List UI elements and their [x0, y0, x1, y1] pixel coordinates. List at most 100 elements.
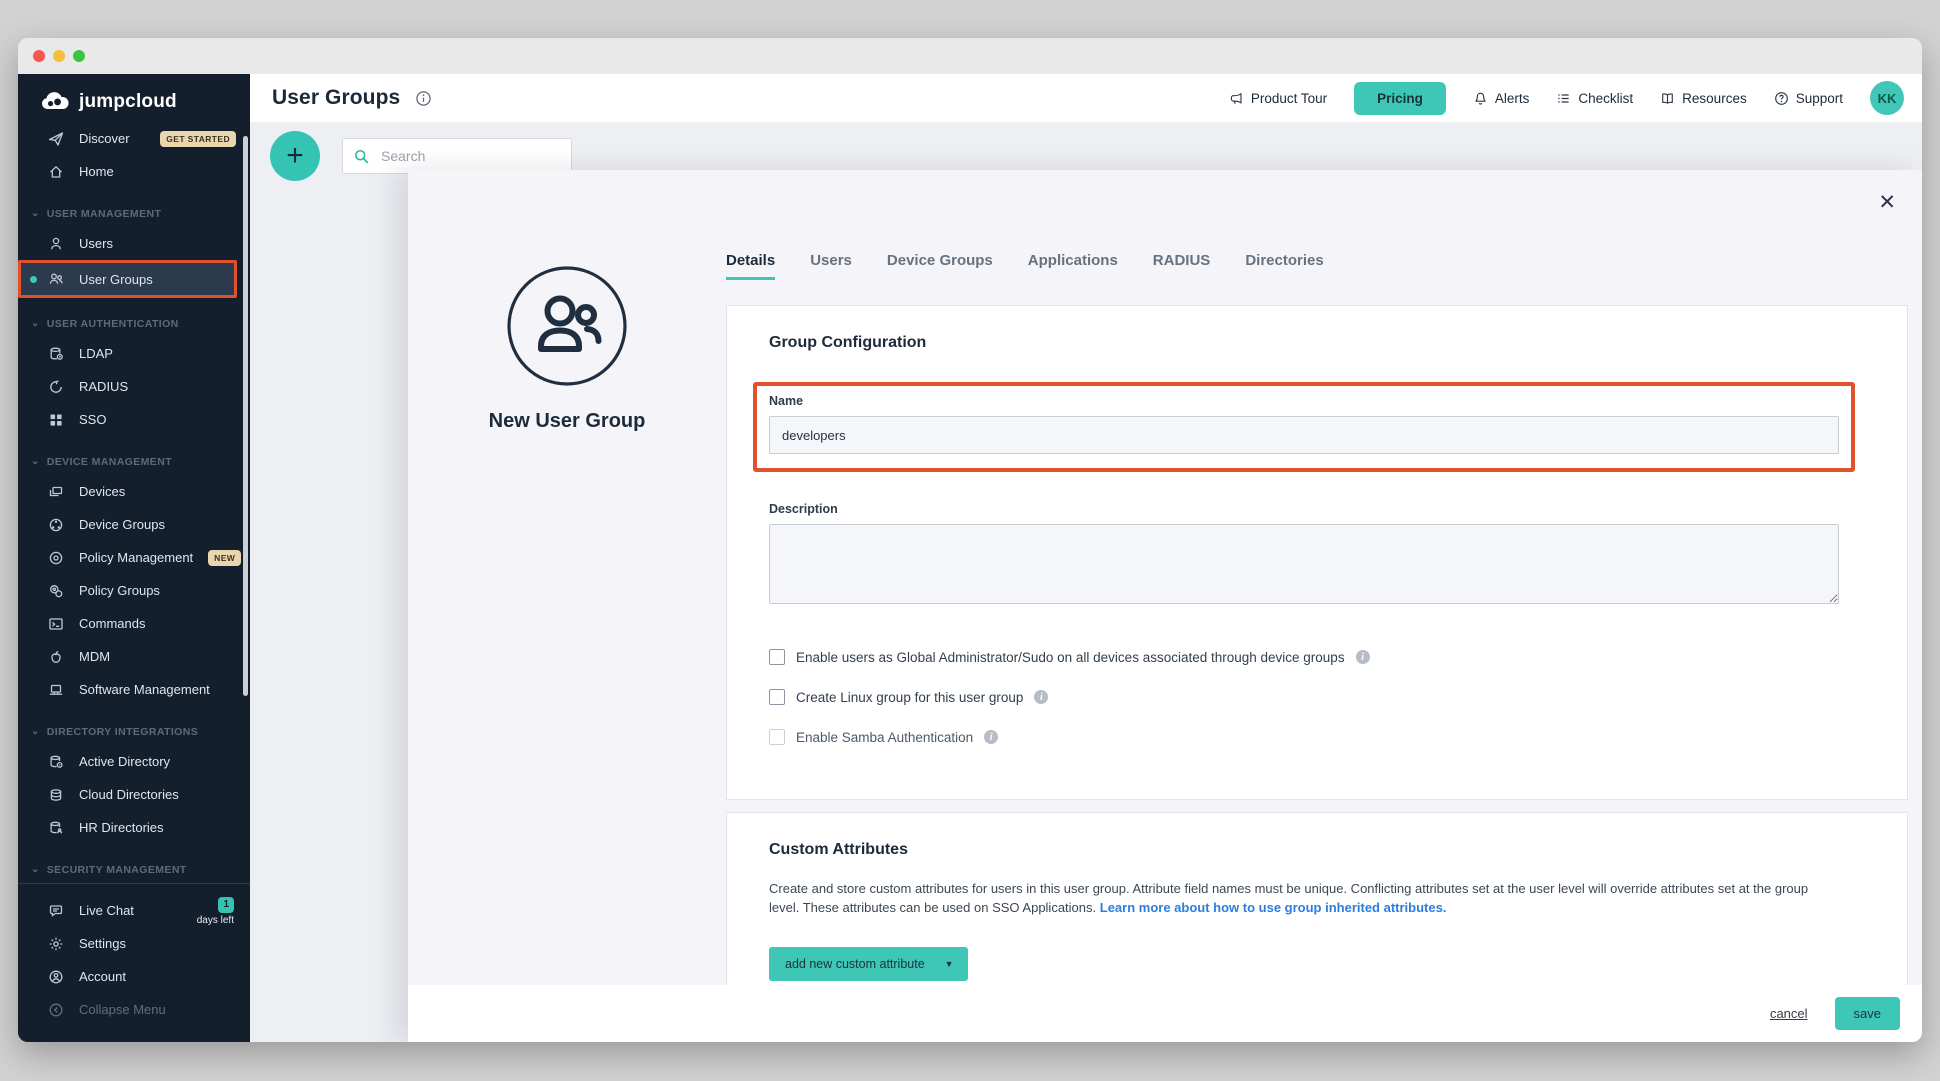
commands-icon — [48, 616, 64, 632]
entity-summary: New User Group — [408, 170, 726, 433]
new-user-group-panel: ✕ New User Group Details Users Device Gr… — [408, 170, 1922, 1042]
sidebar-item-policy-management[interactable]: Policy Management NEW — [18, 541, 250, 574]
sidebar: jumpcloud Discover GET STARTED Home ⌄ US… — [18, 74, 250, 1042]
user-group-avatar-icon — [503, 262, 631, 390]
info-icon[interactable]: i — [1034, 690, 1048, 704]
jumpcloud-logo[interactable]: jumpcloud — [18, 74, 250, 122]
sidebar-item-discover[interactable]: Discover GET STARTED — [18, 122, 250, 155]
sso-icon — [48, 412, 64, 428]
tab-applications[interactable]: Applications — [1028, 252, 1118, 269]
radius-icon — [48, 379, 64, 395]
support-button[interactable]: Support — [1774, 91, 1843, 106]
sidebar-item-software-management[interactable]: Software Management — [18, 673, 250, 706]
sidebar-item-ldap[interactable]: LDAP — [18, 337, 250, 370]
discover-icon — [48, 131, 64, 147]
sidebar-item-device-groups[interactable]: Device Groups — [18, 508, 250, 541]
search-input[interactable] — [379, 147, 543, 165]
description-label: Description — [769, 502, 1839, 516]
tab-radius[interactable]: RADIUS — [1153, 252, 1211, 269]
sidebar-item-live-chat[interactable]: Live Chat 1 days left — [18, 894, 250, 927]
section-device-management[interactable]: ⌄ DEVICE MANAGEMENT — [18, 449, 250, 475]
sidebar-item-user-groups[interactable]: User Groups — [18, 260, 237, 298]
section-security-management[interactable]: ⌄ SECURITY MANAGEMENT — [18, 857, 250, 883]
inherited-attributes-link[interactable]: Learn more about how to use group inheri… — [1100, 900, 1447, 915]
sidebar-item-collapse-menu[interactable]: Collapse Menu — [18, 993, 250, 1026]
resources-button[interactable]: Resources — [1660, 91, 1747, 106]
add-custom-attribute-button[interactable]: add new custom attribute ▼ — [769, 947, 968, 981]
name-label: Name — [769, 394, 1839, 408]
software-management-icon — [48, 682, 64, 698]
alerts-button[interactable]: Alerts — [1473, 91, 1530, 106]
checklist-icon — [1556, 91, 1571, 106]
book-icon — [1660, 91, 1675, 106]
sidebar-item-home[interactable]: Home — [18, 155, 250, 188]
info-icon[interactable] — [415, 90, 432, 107]
section-directory-integrations[interactable]: ⌄ DIRECTORY INTEGRATIONS — [18, 719, 250, 745]
policy-management-icon — [48, 550, 64, 566]
question-circle-icon — [1774, 91, 1789, 106]
add-user-group-button[interactable]: + — [270, 131, 320, 181]
user-icon — [48, 236, 64, 252]
sidebar-item-account[interactable]: Account — [18, 960, 250, 993]
tab-users[interactable]: Users — [810, 252, 852, 269]
close-window-button[interactable] — [33, 50, 45, 62]
policy-groups-icon — [48, 583, 64, 599]
account-icon — [48, 969, 64, 985]
section-user-authentication[interactable]: ⌄ USER AUTHENTICATION — [18, 311, 250, 337]
sidebar-item-commands[interactable]: Commands — [18, 607, 250, 640]
tab-details[interactable]: Details — [726, 252, 775, 269]
chevron-down-icon: ▼ — [935, 959, 968, 969]
product-tour-button[interactable]: Product Tour — [1229, 91, 1327, 106]
home-icon — [48, 164, 64, 180]
sidebar-item-users[interactable]: Users — [18, 227, 250, 260]
info-icon[interactable]: i — [1356, 650, 1370, 664]
sidebar-item-policy-groups[interactable]: Policy Groups — [18, 574, 250, 607]
top-header: User Groups Product Tour Pricing Alerts — [250, 74, 1922, 122]
header-actions: Product Tour Pricing Alerts Checklist Re… — [1229, 81, 1904, 115]
info-icon[interactable]: i — [984, 730, 998, 744]
chevron-down-icon: ⌄ — [31, 457, 40, 467]
gear-icon — [48, 936, 64, 952]
sidebar-item-radius[interactable]: RADIUS — [18, 370, 250, 403]
cloud-directories-icon — [48, 787, 64, 803]
custom-attributes-card: Custom Attributes Create and store custo… — [726, 812, 1908, 1014]
pricing-button[interactable]: Pricing — [1354, 82, 1446, 115]
chevron-down-icon: ⌄ — [31, 727, 40, 737]
chevron-down-icon: ⌄ — [31, 209, 40, 219]
user-avatar[interactable]: KK — [1870, 81, 1904, 115]
group-configuration-card: Group Configuration Name Description — [726, 305, 1908, 800]
group-name-input[interactable] — [769, 416, 1839, 454]
titlebar — [18, 38, 1922, 74]
minimize-window-button[interactable] — [53, 50, 65, 62]
global-admin-checkbox[interactable] — [769, 649, 785, 665]
get-started-badge: GET STARTED — [160, 131, 236, 147]
sidebar-item-settings[interactable]: Settings — [18, 927, 250, 960]
save-button[interactable]: save — [1835, 997, 1900, 1030]
ldap-icon — [48, 346, 64, 362]
sidebar-item-active-directory[interactable]: Active Directory — [18, 745, 250, 778]
linux-group-checkbox[interactable] — [769, 689, 785, 705]
custom-attributes-description: Create and store custom attributes for u… — [769, 879, 1837, 917]
cancel-button[interactable]: cancel — [1770, 1006, 1808, 1021]
page-title: User Groups — [272, 86, 400, 110]
sidebar-item-sso[interactable]: SSO — [18, 403, 250, 436]
tab-device-groups[interactable]: Device Groups — [887, 252, 993, 269]
sidebar-scrollbar-thumb[interactable] — [243, 136, 248, 696]
samba-auth-checkbox[interactable] — [769, 729, 785, 745]
close-icon[interactable]: ✕ — [1878, 192, 1896, 213]
group-configuration-heading: Group Configuration — [769, 334, 1873, 352]
sidebar-item-cloud-directories[interactable]: Cloud Directories — [18, 778, 250, 811]
sidebar-item-hr-directories[interactable]: HR Directories — [18, 811, 250, 844]
search-icon — [353, 148, 370, 165]
name-field-highlight: Name — [753, 382, 1855, 472]
zoom-window-button[interactable] — [73, 50, 85, 62]
group-description-textarea[interactable] — [769, 524, 1839, 604]
checklist-button[interactable]: Checklist — [1556, 91, 1633, 106]
sidebar-item-mdm[interactable]: MDM — [18, 640, 250, 673]
section-user-management[interactable]: ⌄ USER MANAGEMENT — [18, 201, 250, 227]
search-box[interactable] — [342, 138, 572, 174]
sidebar-item-devices[interactable]: Devices — [18, 475, 250, 508]
live-chat-icon — [48, 903, 64, 919]
chevron-down-icon: ⌄ — [31, 319, 40, 329]
tab-directories[interactable]: Directories — [1245, 252, 1323, 269]
